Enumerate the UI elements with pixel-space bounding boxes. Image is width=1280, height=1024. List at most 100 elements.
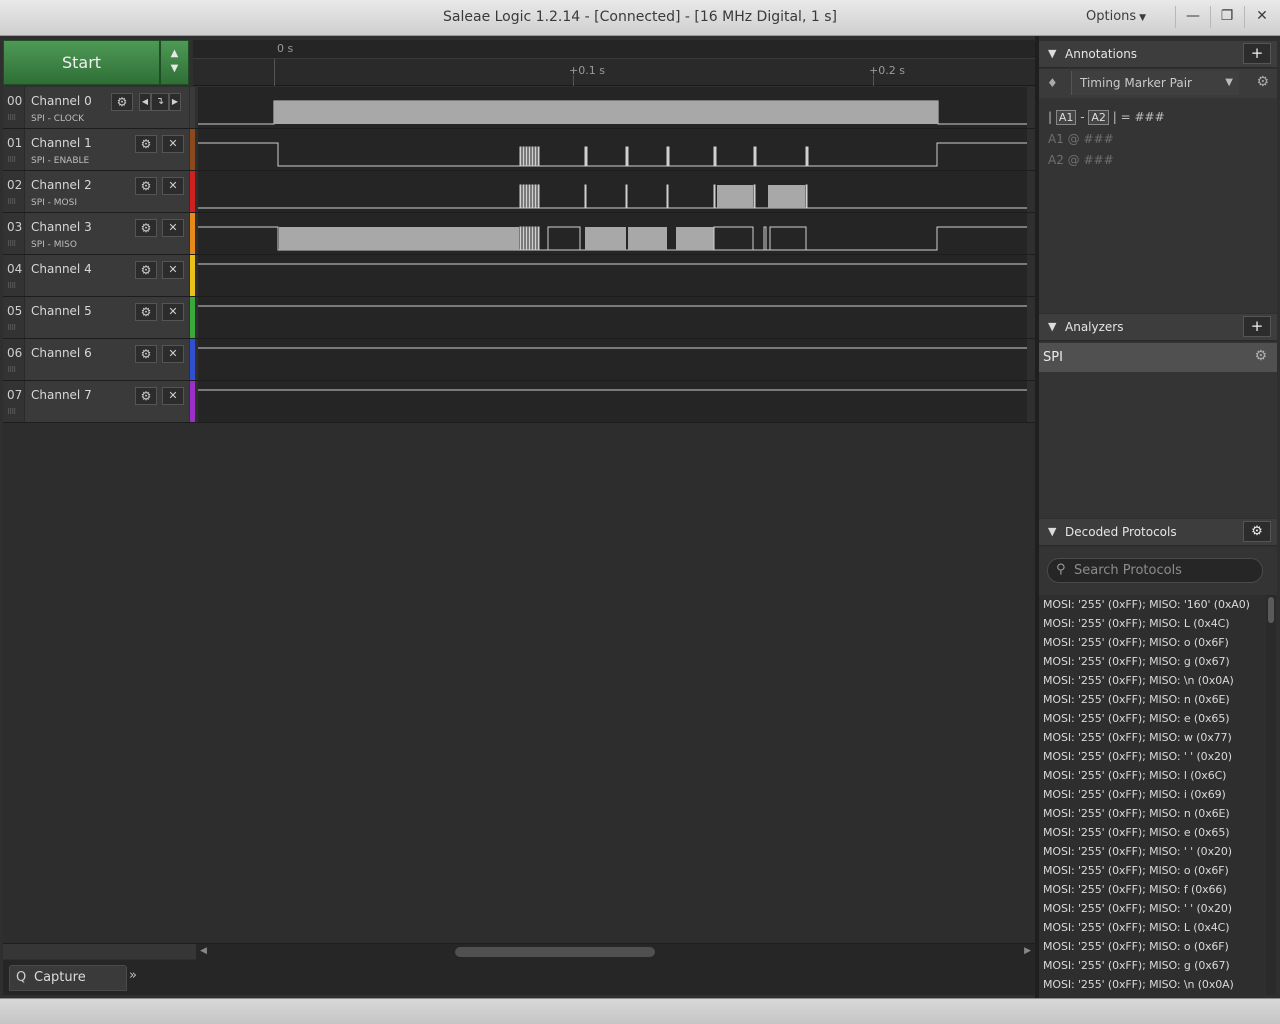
add-analyzer-button[interactable]: + [1243,316,1271,337]
decoded-protocol-row[interactable]: MOSI: '255' (0xFF); MISO: L (0x4C) [1043,617,1230,630]
decoded-protocol-row[interactable]: MOSI: '255' (0xFF); MISO: i (0x69) [1043,788,1226,801]
gear-icon[interactable]: ⚙ [1243,521,1271,542]
close-icon[interactable]: ✕ [162,261,184,279]
capture-settings-toggle[interactable]: ▲ ▼ [160,40,189,85]
minimize-button[interactable]: — [1178,4,1208,28]
decoded-protocol-row[interactable]: MOSI: '255' (0xFF); MISO: g (0x67) [1043,655,1230,668]
protocol-list-scrollbar[interactable] [1266,595,1276,995]
channel-name[interactable]: Channel 7 [31,388,92,402]
decoded-protocol-row[interactable]: MOSI: '255' (0xFF); MISO: n (0x6E) [1043,807,1230,820]
channel-label-panel[interactable]: 05 ⠿⠿ Channel 5 ⚙ ✕ [3,297,189,338]
scroll-left-icon[interactable]: ◀ [200,946,207,956]
horizontal-scrollbar[interactable]: ◀ ▶ [3,943,1035,960]
decoded-protocol-row[interactable]: MOSI: '255' (0xFF); MISO: \n (0x0A) [1043,978,1234,991]
channel-label-panel[interactable]: 03 ⠿⠿ Channel 3 SPI - MISO ⚙ ✕ [3,213,189,254]
analyzer-item-spi[interactable]: SPI ⚙ [1039,343,1277,372]
time-ruler[interactable]: 0 s +0.1 s +0.2 s [193,40,1035,86]
channel-label-panel[interactable]: 06 ⠿⠿ Channel 6 ⚙ ✕ [3,339,189,380]
close-icon[interactable]: ✕ [162,387,184,405]
channel-name[interactable]: Channel 2 [31,178,92,192]
decoded-protocol-row[interactable]: MOSI: '255' (0xFF); MISO: e (0x65) [1043,826,1230,839]
decoded-protocol-list[interactable]: MOSI: '255' (0xFF); MISO: '160' (0xA0) MO… [1039,595,1265,995]
close-icon[interactable]: ✕ [162,219,184,237]
channel-name[interactable]: Channel 1 [31,136,92,150]
gear-icon[interactable]: ⚙ [1254,348,1267,364]
channel-name[interactable]: Channel 4 [31,262,92,276]
channel-name[interactable]: Channel 6 [31,346,92,360]
decoded-protocol-row[interactable]: MOSI: '255' (0xFF); MISO: o (0x6F) [1043,940,1229,953]
drag-grip-icon[interactable]: ⠿⠿ [7,198,16,206]
close-icon[interactable]: ✕ [162,135,184,153]
decoded-protocol-row[interactable]: MOSI: '255' (0xFF); MISO: o (0x6F) [1043,864,1229,877]
more-tabs-icon[interactable]: » [129,968,149,990]
gear-icon[interactable]: ⚙ [135,177,157,195]
next-edge-icon[interactable]: ▶ [169,93,181,111]
decoded-protocol-row[interactable]: MOSI: '255' (0xFF); MISO: g (0x67) [1043,959,1230,972]
add-annotation-button[interactable]: + [1243,43,1271,64]
gear-icon[interactable]: ⚙ [135,135,157,153]
scroll-track[interactable]: ◀ ▶ [196,944,1035,960]
channel-label-panel[interactable]: 07 ⠿⠿ Channel 7 ⚙ ✕ [3,381,189,422]
restore-button[interactable]: ❐ [1212,4,1242,28]
channel-name[interactable]: Channel 3 [31,220,92,234]
analyzers-header[interactable]: ▼ Analyzers + [1039,314,1277,341]
search-protocols-input[interactable] [1074,561,1254,580]
gear-icon[interactable]: ⚙ [135,345,157,363]
gear-icon[interactable]: ⚙ [135,303,157,321]
drag-grip-icon[interactable]: ⠿⠿ [7,114,16,122]
decoded-protocol-row[interactable]: MOSI: '255' (0xFF); MISO: ' ' (0x20) [1043,750,1232,763]
drag-grip-icon[interactable]: ⠿⠿ [7,156,16,164]
annotations-header[interactable]: ▼ Annotations + [1039,41,1277,68]
decoded-protocol-row[interactable]: MOSI: '255' (0xFF); MISO: ' ' (0x20) [1043,902,1232,915]
search-protocols-field[interactable]: ⚲ [1047,558,1263,583]
collapse-triangle-icon[interactable]: ▼ [1048,47,1056,60]
marker-pin-icon[interactable]: ♦ [1047,76,1058,90]
decoded-protocol-row[interactable]: MOSI: '255' (0xFF); MISO: w (0x77) [1043,731,1232,744]
channel-label-panel[interactable]: 00 ⠿⠿ Channel 0 SPI - CLOCK ⚙ ◀ ↴ ▶ [3,87,189,128]
drag-grip-icon[interactable]: ⠿⠿ [7,240,16,248]
drag-grip-icon[interactable]: ⠿⠿ [7,366,16,374]
gear-icon[interactable]: ⚙ [135,387,157,405]
close-button[interactable]: ✕ [1247,4,1277,28]
decoded-protocol-row[interactable]: MOSI: '255' (0xFF); MISO: ' ' (0x20) [1043,845,1232,858]
marker-a2[interactable]: A2 [1088,110,1109,125]
collapse-triangle-icon[interactable]: ▼ [1048,320,1056,333]
decoded-protocol-row[interactable]: MOSI: '255' (0xFF); MISO: e (0x65) [1043,712,1230,725]
channel-label-panel[interactable]: 04 ⠿⠿ Channel 4 ⚙ ✕ [3,255,189,296]
decoded-protocol-row[interactable]: MOSI: '255' (0xFF); MISO: \n (0x0A) [1043,674,1234,687]
collapse-triangle-icon[interactable]: ▼ [1048,525,1056,538]
decoded-protocol-row[interactable]: MOSI: '255' (0xFF); MISO: L (0x4C) [1043,921,1230,934]
drag-grip-icon[interactable]: ⠿⠿ [7,324,16,332]
scroll-thumb[interactable] [1268,597,1274,623]
drag-grip-icon[interactable]: ⠿⠿ [7,282,16,290]
timing-marker-select[interactable]: Timing Marker Pair ▼ [1071,71,1239,95]
drag-grip-icon[interactable]: ⠿⠿ [7,408,16,416]
close-icon[interactable]: ✕ [162,303,184,321]
close-icon[interactable]: ✕ [162,345,184,363]
gear-icon[interactable]: ⚙ [111,93,133,111]
close-icon[interactable]: ✕ [162,177,184,195]
channel-number: 06 [7,346,23,360]
prev-edge-icon[interactable]: ◀ [139,93,151,111]
gear-icon[interactable]: ⚙ [135,219,157,237]
decoded-protocol-row[interactable]: MOSI: '255' (0xFF); MISO: o (0x6F) [1043,636,1229,649]
marker-a1[interactable]: A1 [1055,110,1077,125]
channel-name[interactable]: Channel 5 [31,304,92,318]
channel-name[interactable]: Channel 0 [31,94,92,108]
decoded-protocol-row[interactable]: MOSI: '255' (0xFF); MISO: '160' (0xA0) [1043,598,1250,611]
scroll-thumb[interactable] [455,947,655,957]
gear-icon[interactable]: ⚙ [135,261,157,279]
waveform-area[interactable] [198,87,1027,423]
edge-trigger-icon[interactable]: ↴ [151,93,169,111]
gear-icon[interactable]: ⚙ [1256,74,1269,90]
start-capture-button[interactable]: Start [3,40,160,85]
decoded-protocol-row[interactable]: MOSI: '255' (0xFF); MISO: l (0x6C) [1043,769,1226,782]
capture-tab[interactable]: Q Capture [9,965,127,991]
decoded-protocol-row[interactable]: MOSI: '255' (0xFF); MISO: n (0x6E) [1043,693,1230,706]
channel-label-panel[interactable]: 01 ⠿⠿ Channel 1 SPI - ENABLE ⚙ ✕ [3,129,189,170]
channel-label-panel[interactable]: 02 ⠿⠿ Channel 2 SPI - MOSI ⚙ ✕ [3,171,189,212]
options-menu[interactable]: Options ▼ [1086,9,1168,27]
scroll-right-icon[interactable]: ▶ [1024,946,1031,956]
decoded-protocols-header[interactable]: ▼ Decoded Protocols ⚙ [1039,519,1277,546]
decoded-protocol-row[interactable]: MOSI: '255' (0xFF); MISO: f (0x66) [1043,883,1227,896]
